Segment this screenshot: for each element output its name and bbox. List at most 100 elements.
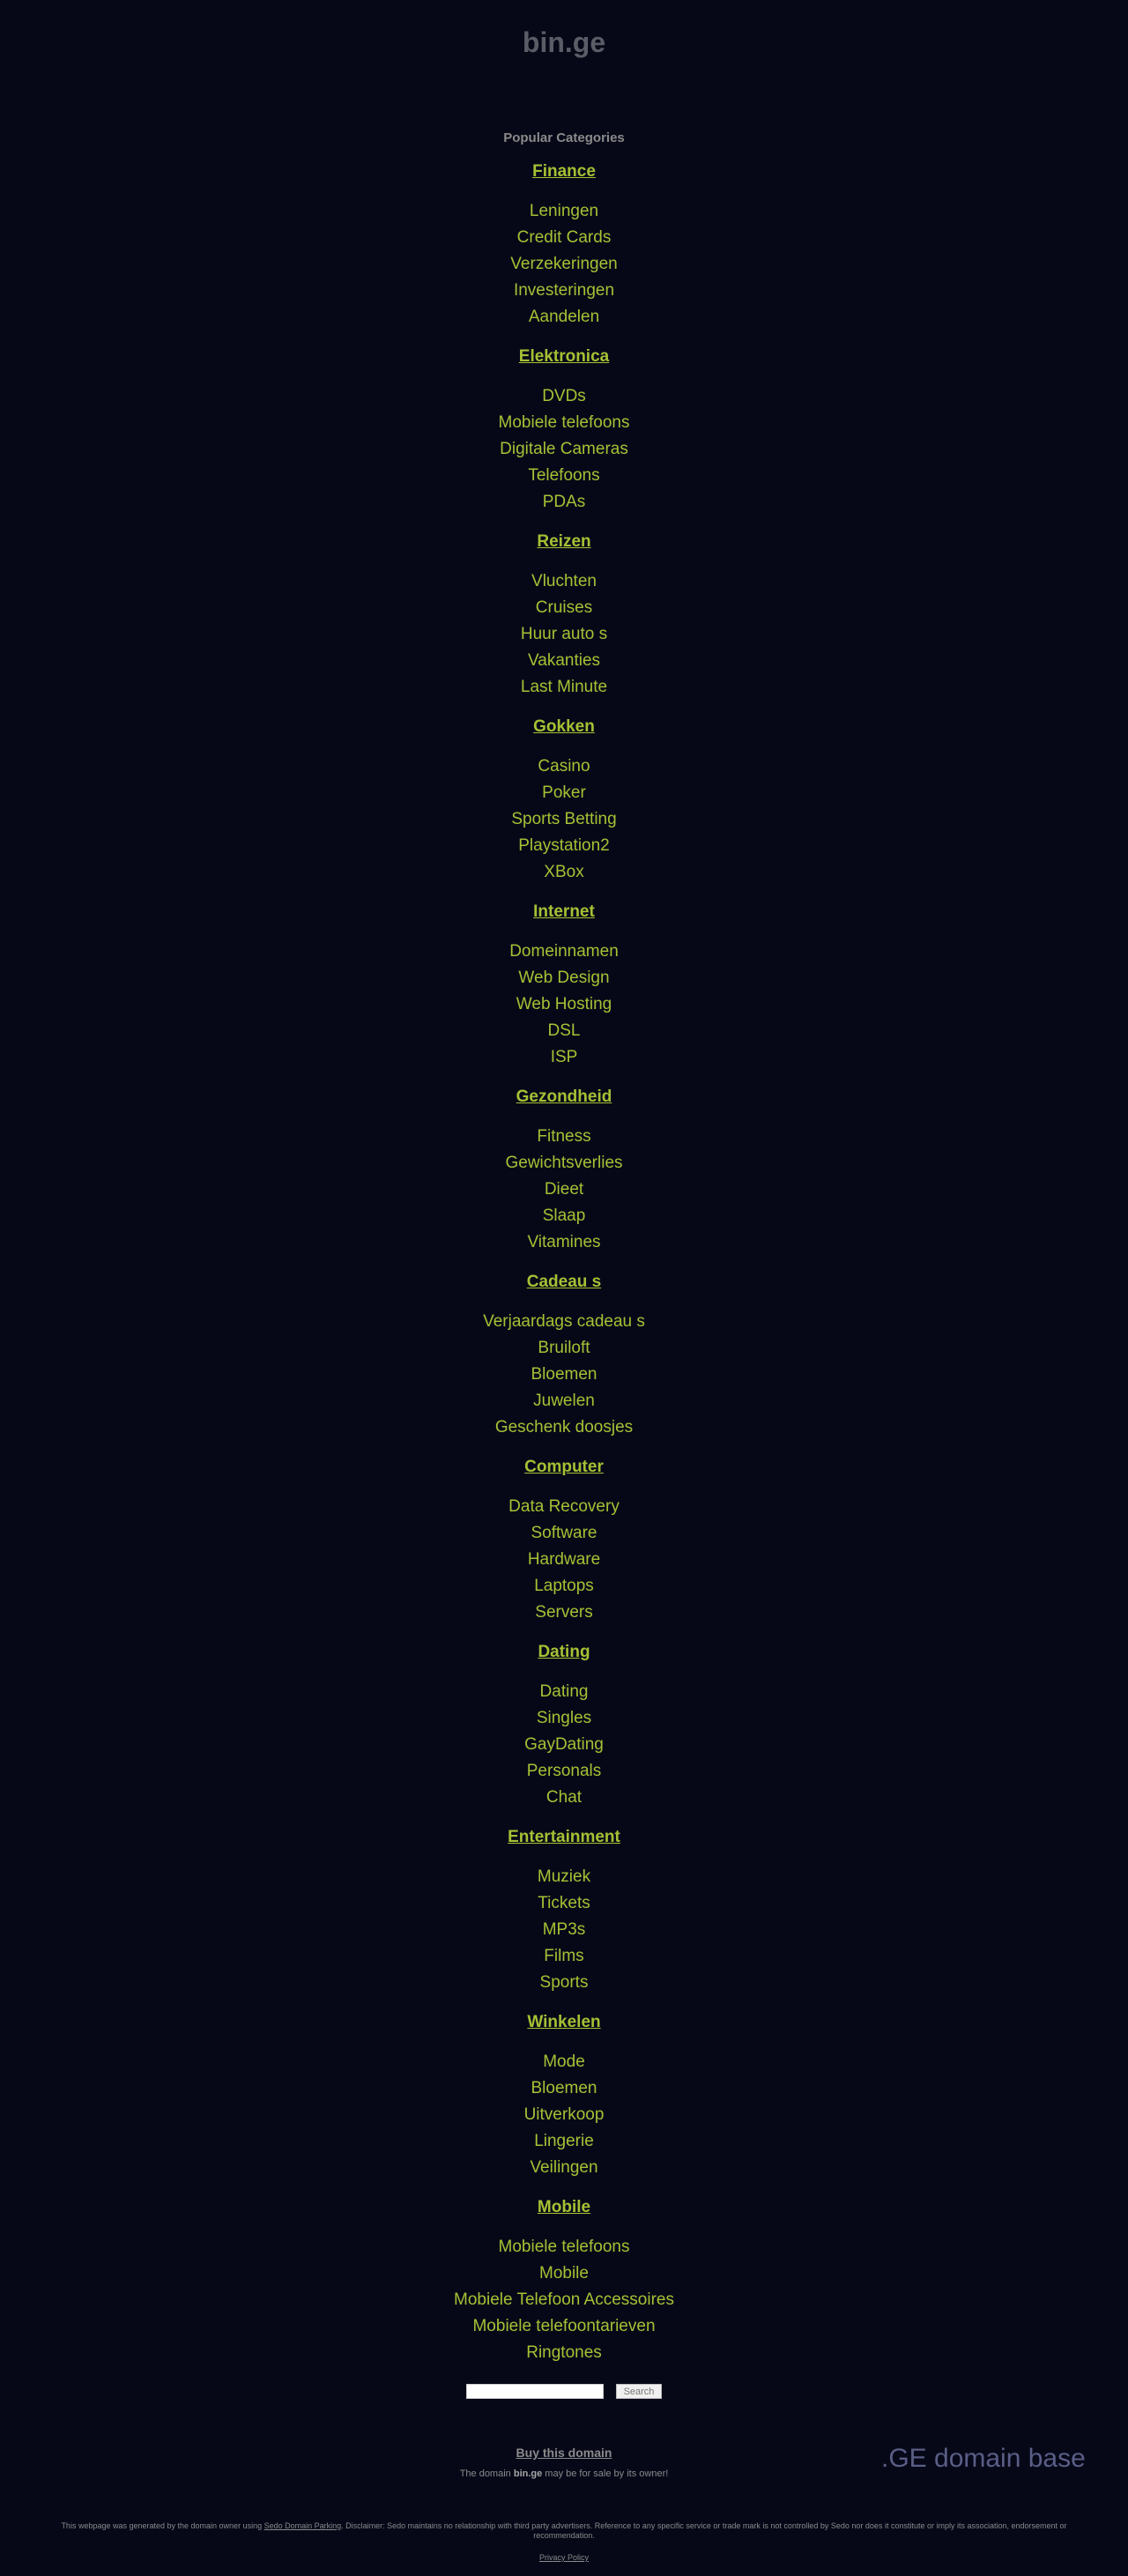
category-item: Mobiele telefoons xyxy=(0,2234,1128,2260)
category-item-link[interactable]: Dieet xyxy=(545,1180,583,1199)
category-item-link[interactable]: Digitale Cameras xyxy=(500,440,628,458)
category-item-link[interactable]: Poker xyxy=(542,783,586,802)
category-item: Bloemen xyxy=(0,2075,1128,2102)
category-item-link[interactable]: Casino xyxy=(538,757,590,776)
category-item: Mode xyxy=(0,2049,1128,2075)
privacy-policy-link[interactable]: Privacy Policy xyxy=(539,2553,589,2562)
category-item-link[interactable]: Vitamines xyxy=(527,1233,600,1251)
category-item-link[interactable]: Investeringen xyxy=(514,281,614,300)
category-item-link[interactable]: Vluchten xyxy=(531,572,597,590)
category-title-link[interactable]: Mobile xyxy=(0,2194,1128,2221)
category-item-link[interactable]: Bloemen xyxy=(531,1365,597,1384)
category-block: Entertainment Muziek Tickets MP3s Films Sport… xyxy=(0,1824,1128,2009)
category-title-link[interactable]: Entertainment xyxy=(0,1824,1128,1851)
category-item-link[interactable]: Uitverkoop xyxy=(524,2105,605,2124)
category-item-link[interactable]: Dating xyxy=(540,1682,589,1701)
sedo-parking-link[interactable]: Sedo Domain Parking xyxy=(264,2521,342,2530)
category-item: Software xyxy=(0,1520,1128,1547)
category-items: Mobiele telefoons Mobile Mobiele Telefoon … xyxy=(0,2234,1128,2366)
category-item-link[interactable]: Servers xyxy=(535,1603,592,1622)
category-item-link[interactable]: Tickets xyxy=(538,1894,590,1912)
category-item-link[interactable]: Bloemen xyxy=(531,2079,597,2097)
category-item-link[interactable]: Slaap xyxy=(543,1206,586,1225)
category-item-link[interactable]: Aandelen xyxy=(529,308,599,326)
category-item-link[interactable]: ISP xyxy=(551,1048,578,1066)
category-item-link[interactable]: Lingerie xyxy=(534,2132,594,2150)
category-item-link[interactable]: Mobile xyxy=(539,2264,589,2283)
category-items: Domeinnamen Web Design Web Hosting DSL ISP xyxy=(0,939,1128,1071)
category-item-link[interactable]: Web Hosting xyxy=(516,995,612,1013)
category-item-link[interactable]: Domeinnamen xyxy=(509,942,619,961)
category-item-link[interactable]: Veilingen xyxy=(530,2158,597,2177)
category-item-link[interactable]: Mobiele telefoons xyxy=(499,2238,630,2256)
category-item-link[interactable]: MP3s xyxy=(543,1920,586,1939)
category-item: Leningen xyxy=(0,198,1128,225)
category-item-link[interactable]: Software xyxy=(531,1524,597,1542)
category-item-link[interactable]: Muziek xyxy=(538,1867,590,1886)
category-item-link[interactable]: Mobiele Telefoon Accessoires xyxy=(454,2290,674,2309)
category-item-link[interactable]: Juwelen xyxy=(533,1392,595,1410)
category-item: Servers xyxy=(0,1600,1128,1626)
category-item-link[interactable]: Leningen xyxy=(530,202,598,220)
category-items: Fitness Gewichtsverlies Dieet Slaap Vitamine… xyxy=(0,1124,1128,1256)
category-item: Personals xyxy=(0,1758,1128,1785)
category-item: Digitale Cameras xyxy=(0,436,1128,463)
category-title-link[interactable]: Elektronica xyxy=(0,344,1128,370)
category-item-link[interactable]: Chat xyxy=(546,1788,582,1807)
domain-base-logo[interactable]: .GE domain base xyxy=(881,2444,1110,2474)
category-item-link[interactable]: Data Recovery xyxy=(508,1497,620,1516)
category-item: Ringtones xyxy=(0,2340,1128,2366)
category-item-link[interactable]: GayDating xyxy=(524,1735,604,1754)
category-item-link[interactable]: Verzekeringen xyxy=(510,255,617,273)
category-item: Investeringen xyxy=(0,278,1128,304)
category-item-link[interactable]: Singles xyxy=(537,1709,591,1727)
category-block: Internet Domeinnamen Web Design Web Hosting… xyxy=(0,899,1128,1084)
category-item-link[interactable]: DVDs xyxy=(542,387,586,405)
category-item-link[interactable]: Mobiele telefoons xyxy=(499,413,630,432)
category-item-link[interactable]: XBox xyxy=(544,863,583,881)
category-item-link[interactable]: Ringtones xyxy=(526,2343,602,2362)
category-title-link[interactable]: Dating xyxy=(0,1639,1128,1666)
category-item: Telefoons xyxy=(0,463,1128,489)
category-item-link[interactable]: Web Design xyxy=(518,969,609,987)
category-item-link[interactable]: PDAs xyxy=(543,493,586,511)
category-item-link[interactable]: Cruises xyxy=(536,598,592,617)
category-item-link[interactable]: Telefoons xyxy=(528,466,599,485)
category-item-link[interactable]: Geschenk doosjes xyxy=(495,1418,633,1436)
category-item: DVDs xyxy=(0,383,1128,410)
category-item-link[interactable]: Films xyxy=(544,1947,583,1965)
category-block: Computer Data Recovery Software Hardware Lap… xyxy=(0,1454,1128,1639)
category-title-link[interactable]: Gezondheid xyxy=(0,1084,1128,1110)
category-title-link[interactable]: Gokken xyxy=(0,714,1128,740)
category-item-link[interactable]: DSL xyxy=(548,1021,581,1040)
category-title-link[interactable]: Internet xyxy=(0,899,1128,925)
search-input[interactable] xyxy=(465,2384,604,2399)
category-item-link[interactable]: Vakanties xyxy=(528,651,600,670)
category-item-link[interactable]: Verjaardags cadeau s xyxy=(483,1312,645,1331)
category-title-link[interactable]: Computer xyxy=(0,1454,1128,1481)
category-item-link[interactable]: Personals xyxy=(527,1762,602,1780)
category-item-link[interactable]: Huur auto s xyxy=(521,625,607,643)
category-item-link[interactable]: Sports Betting xyxy=(511,810,616,828)
category-item: Domeinnamen xyxy=(0,939,1128,965)
category-item: Vitamines xyxy=(0,1229,1128,1256)
category-items: Mode Bloemen Uitverkoop Lingerie Veilingen xyxy=(0,2049,1128,2181)
category-item: Mobile xyxy=(0,2260,1128,2287)
category-item-link[interactable]: Mode xyxy=(543,2053,585,2071)
category-item-link[interactable]: Credit Cards xyxy=(517,228,612,247)
category-title-link[interactable]: Cadeau s xyxy=(0,1269,1128,1295)
category-item-link[interactable]: Last Minute xyxy=(521,678,607,696)
category-item: Fitness xyxy=(0,1124,1128,1150)
category-item-link[interactable]: Hardware xyxy=(528,1550,600,1569)
category-item-link[interactable]: Mobiele telefoontarieven xyxy=(472,2317,655,2335)
category-item-link[interactable]: Sports xyxy=(540,1973,589,1992)
category-item-link[interactable]: Fitness xyxy=(537,1127,590,1146)
category-item-link[interactable]: Bruiloft xyxy=(538,1339,590,1357)
category-title-link[interactable]: Finance xyxy=(0,159,1128,185)
category-title-link[interactable]: Winkelen xyxy=(0,2009,1128,2036)
category-item-link[interactable]: Playstation2 xyxy=(518,836,610,855)
search-button[interactable]: Search xyxy=(615,2384,663,2399)
category-title-link[interactable]: Reizen xyxy=(0,529,1128,555)
category-item-link[interactable]: Laptops xyxy=(534,1577,594,1595)
category-item-link[interactable]: Gewichtsverlies xyxy=(505,1154,622,1172)
